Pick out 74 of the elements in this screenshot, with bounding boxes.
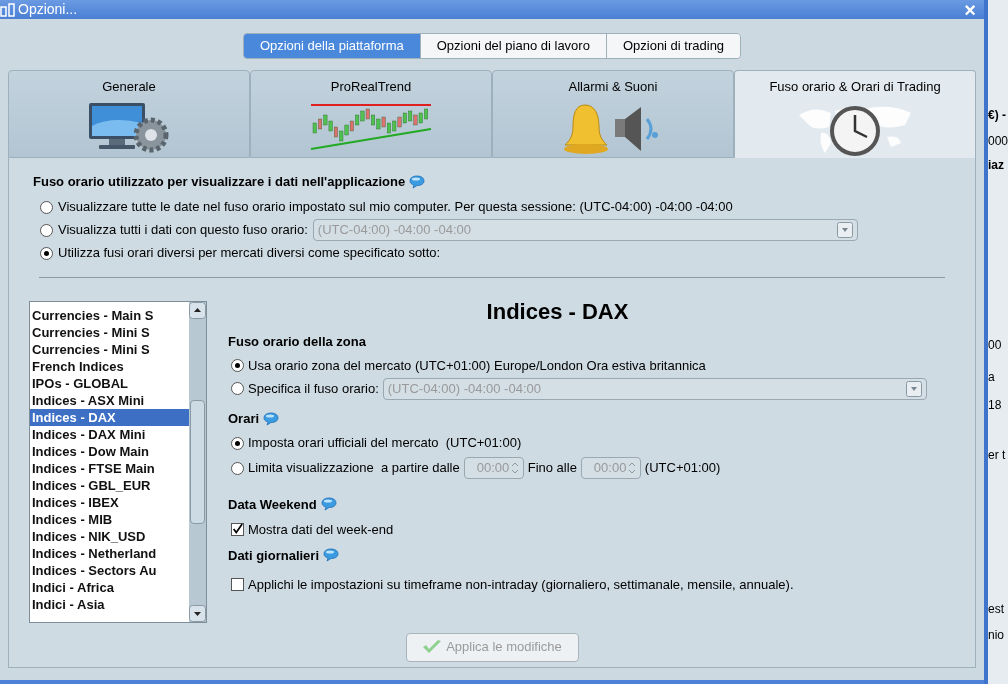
checkbox-label: Applichi le impostazioni su timeframe non-intraday (giornaliero, settimanale, mensile, annuale).: [248, 576, 794, 594]
market-list-item[interactable]: Indices - Dow Main: [30, 442, 189, 460]
scroll-down-icon[interactable]: [189, 604, 206, 622]
info-bubble-icon[interactable]: [320, 497, 337, 512]
section-heading: Fuso orario della zona: [228, 332, 367, 351]
radio-button[interactable]: [231, 359, 244, 372]
time-label: Fino alle: [527, 459, 577, 478]
section-heading: Dati giornalieri: [228, 546, 320, 565]
background-text: er t: [988, 448, 1007, 462]
info-bubble-icon[interactable]: [409, 174, 426, 189]
background-text: a: [988, 370, 996, 384]
section-heading: Orari: [228, 410, 260, 428]
spinner-arrows-icon: [510, 461, 519, 475]
radio-button[interactable]: [231, 436, 244, 450]
category-tab[interactable]: Generale: [8, 70, 250, 158]
checkbox[interactable]: [231, 578, 244, 592]
market-list-item[interactable]: Indices - FTSE Main: [30, 459, 189, 477]
market-list-item[interactable]: IPOs - GLOBAL: [30, 374, 189, 392]
scrollbar[interactable]: [189, 301, 206, 622]
scrollbar-thumb[interactable]: [190, 399, 205, 524]
radio-button[interactable]: [40, 246, 53, 260]
radio-button[interactable]: [40, 223, 53, 237]
market-list-item[interactable]: Indices - Sectors Au: [30, 561, 189, 579]
window-title: Opzioni...: [18, 0, 78, 19]
market-list-item[interactable]: French Indices: [30, 357, 189, 375]
market-list-item[interactable]: Indices - GBL_EUR: [30, 476, 189, 494]
market-title: Indices - DAX: [486, 297, 630, 326]
checkmark-icon: [422, 639, 443, 655]
market-list-item[interactable]: Currencies - Mini S: [30, 323, 189, 341]
checkbox[interactable]: [231, 523, 244, 537]
radio-button[interactable]: [231, 382, 244, 395]
category-tab[interactable]: Fuso orario & Orari di Trading: [734, 70, 976, 158]
radio-label: Imposta orari ufficiali del mercato (UTC+01:00): [248, 434, 522, 453]
app-icon: [0, 1, 16, 18]
market-list-item[interactable]: Indices - ASX Mini: [30, 391, 189, 409]
radio-button[interactable]: [40, 200, 53, 214]
radio-button[interactable]: [231, 461, 244, 475]
computer-gear-icon: [87, 100, 171, 153]
scroll-up-icon[interactable]: [189, 301, 206, 319]
background-text: est: [988, 602, 1005, 616]
radio-label: Visualizzare tutte le date nel fuso orario impostato sul mio computer. Per questa sessione: (UTC-04:00) -04:00 -04:00: [58, 198, 733, 217]
spinner-arrows-icon: [627, 461, 636, 475]
market-list-item[interactable]: Indices - NIK_USD: [30, 527, 189, 545]
background-text: 00: [988, 338, 1003, 352]
background-text: 18: [988, 398, 1003, 412]
section-heading: Data Weekend: [228, 495, 317, 514]
radio-label: Specifica il fuso orario:: [248, 379, 379, 398]
market-list-item[interactable]: Indices - IBEX: [30, 493, 189, 511]
market-list-item[interactable]: Currencies - Main S: [30, 306, 189, 324]
top-tab[interactable]: Opzioni della piattaforma: [243, 34, 420, 58]
radio-label: Limita visualizzazione a partire dalle: [248, 459, 460, 478]
background-text: iaz: [988, 158, 1005, 172]
background-text: nio: [988, 628, 1005, 642]
category-tab[interactable]: Allarmi & Suoni: [492, 70, 734, 158]
market-list-item[interactable]: Currencies - Mini S: [30, 340, 189, 358]
radio-label: Utilizza fusi orari diversi per mercati diversi come specificato sotto:: [58, 244, 441, 263]
background-text: 000: [988, 134, 1008, 148]
market-list-item[interactable]: Indici - Asia: [30, 595, 189, 613]
market-list-item[interactable]: Indices - DAX Mini: [30, 425, 189, 443]
market-list-item[interactable]: Indices - MIB: [30, 510, 189, 528]
radio-label: Visualizza tutti i dati con questo fuso orario:: [58, 221, 308, 240]
info-bubble-icon[interactable]: [263, 411, 280, 426]
top-tab[interactable]: Opzioni del piano di lavoro: [419, 34, 606, 58]
radio-label: Usa orario zona del mercato (UTC+01:00) Europe/London Ora estiva britannica: [248, 356, 706, 375]
market-list-item[interactable]: Indici - Africa: [30, 578, 189, 596]
market-list-item[interactable]: Indices - Netherland: [30, 544, 189, 562]
timezone-label: (UTC+01:00): [644, 459, 721, 478]
top-tab[interactable]: Opzioni di trading: [605, 34, 741, 58]
category-tab[interactable]: ProRealTrend: [250, 70, 492, 158]
info-bubble-icon[interactable]: [323, 548, 340, 563]
checkbox-label: Mostra dati del week-end: [248, 521, 394, 539]
background-text: €) -: [988, 108, 1007, 122]
market-list-item[interactable]: Indices - DAX: [30, 408, 189, 426]
section-heading: Fuso orario utilizzato per visualizzare i dati nell'applicazione: [33, 173, 406, 191]
